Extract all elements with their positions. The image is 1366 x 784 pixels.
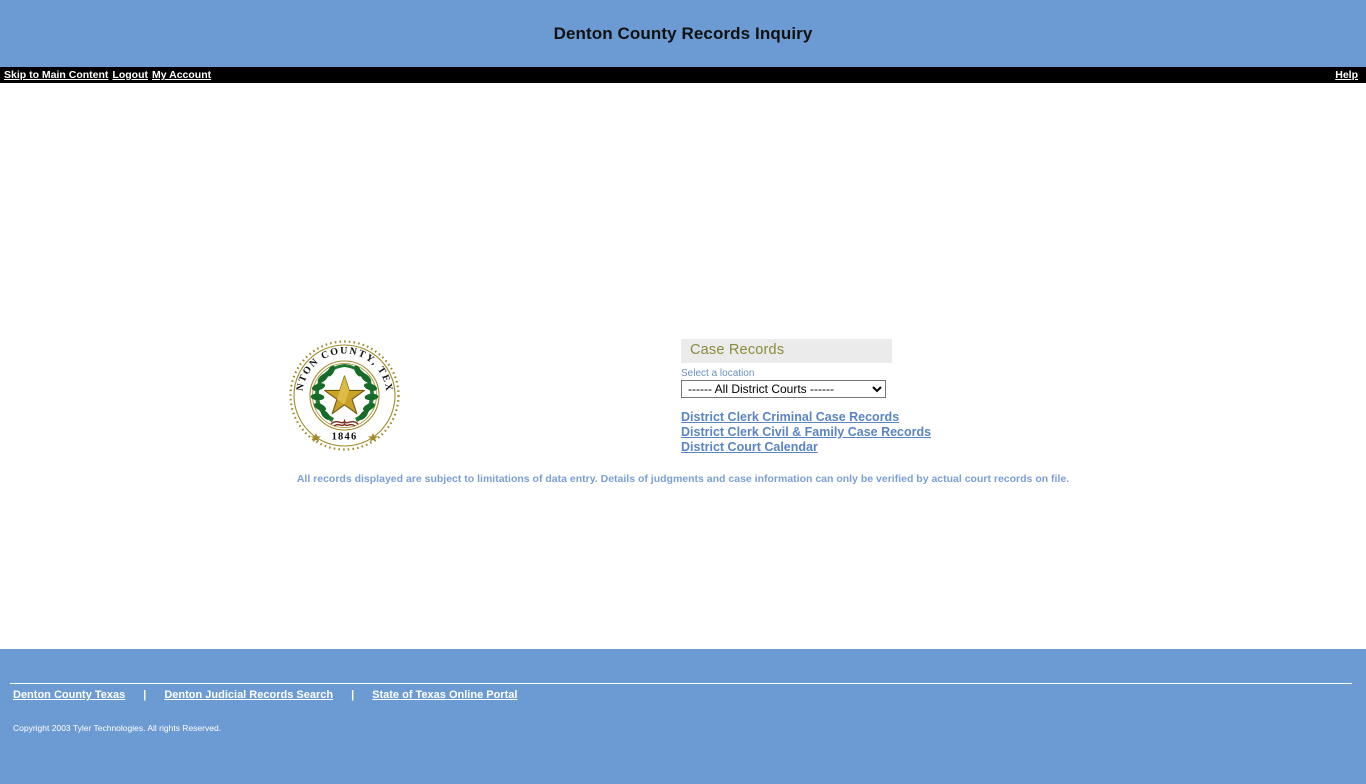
footer-separator: | (351, 689, 355, 701)
district-clerk-civil-family-case-records-link[interactable]: District Clerk Civil & Family Case Recor… (681, 425, 931, 440)
footer-denton-judicial-records-search-link[interactable]: Denton Judicial Records Search (164, 689, 333, 701)
header-banner: Denton County Records Inquiry (0, 0, 1366, 67)
district-court-calendar-link[interactable]: District Court Calendar (681, 440, 892, 455)
svg-text:1846: 1846 (332, 432, 358, 443)
help-link[interactable]: Help (1335, 67, 1358, 83)
my-account-link[interactable]: My Account (152, 67, 211, 83)
case-records-title: Case Records (681, 339, 892, 363)
footer-state-of-texas-online-portal-link[interactable]: State of Texas Online Portal (372, 689, 517, 701)
top-navigation-bar: Skip to Main Content Logout My Account H… (0, 67, 1366, 83)
nav-right-group: Help (1335, 67, 1366, 83)
case-records-panel: Case Records Select a location ------ Al… (681, 339, 931, 455)
footer-copyright: Copyright 2003 Tyler Technologies. All r… (13, 723, 222, 733)
skip-to-main-content-link[interactable]: Skip to Main Content (4, 67, 108, 83)
records-disclaimer: All records displayed are subject to lim… (296, 473, 1070, 485)
select-location-label: Select a location (681, 368, 755, 379)
case-records-link-list: District Clerk Criminal Case Records Dis… (681, 410, 931, 455)
district-clerk-criminal-case-records-link[interactable]: District Clerk Criminal Case Records (681, 410, 899, 425)
footer: Denton County Texas | Denton Judicial Re… (0, 649, 1366, 784)
footer-link-list: Denton County Texas | Denton Judicial Re… (13, 689, 517, 701)
page-title: Denton County Records Inquiry (553, 24, 813, 43)
nav-left-group: Skip to Main Content Logout My Account (0, 67, 211, 83)
denton-county-seal: DENTON COUNTY, TEXAS (287, 338, 402, 453)
location-select[interactable]: ------ All District Courts ------ (681, 380, 886, 398)
logout-link[interactable]: Logout (112, 67, 148, 83)
footer-divider (10, 683, 1352, 684)
footer-separator: | (143, 689, 147, 701)
main-content: DENTON COUNTY, TEXAS (0, 83, 1366, 649)
footer-denton-county-texas-link[interactable]: Denton County Texas (13, 689, 125, 701)
